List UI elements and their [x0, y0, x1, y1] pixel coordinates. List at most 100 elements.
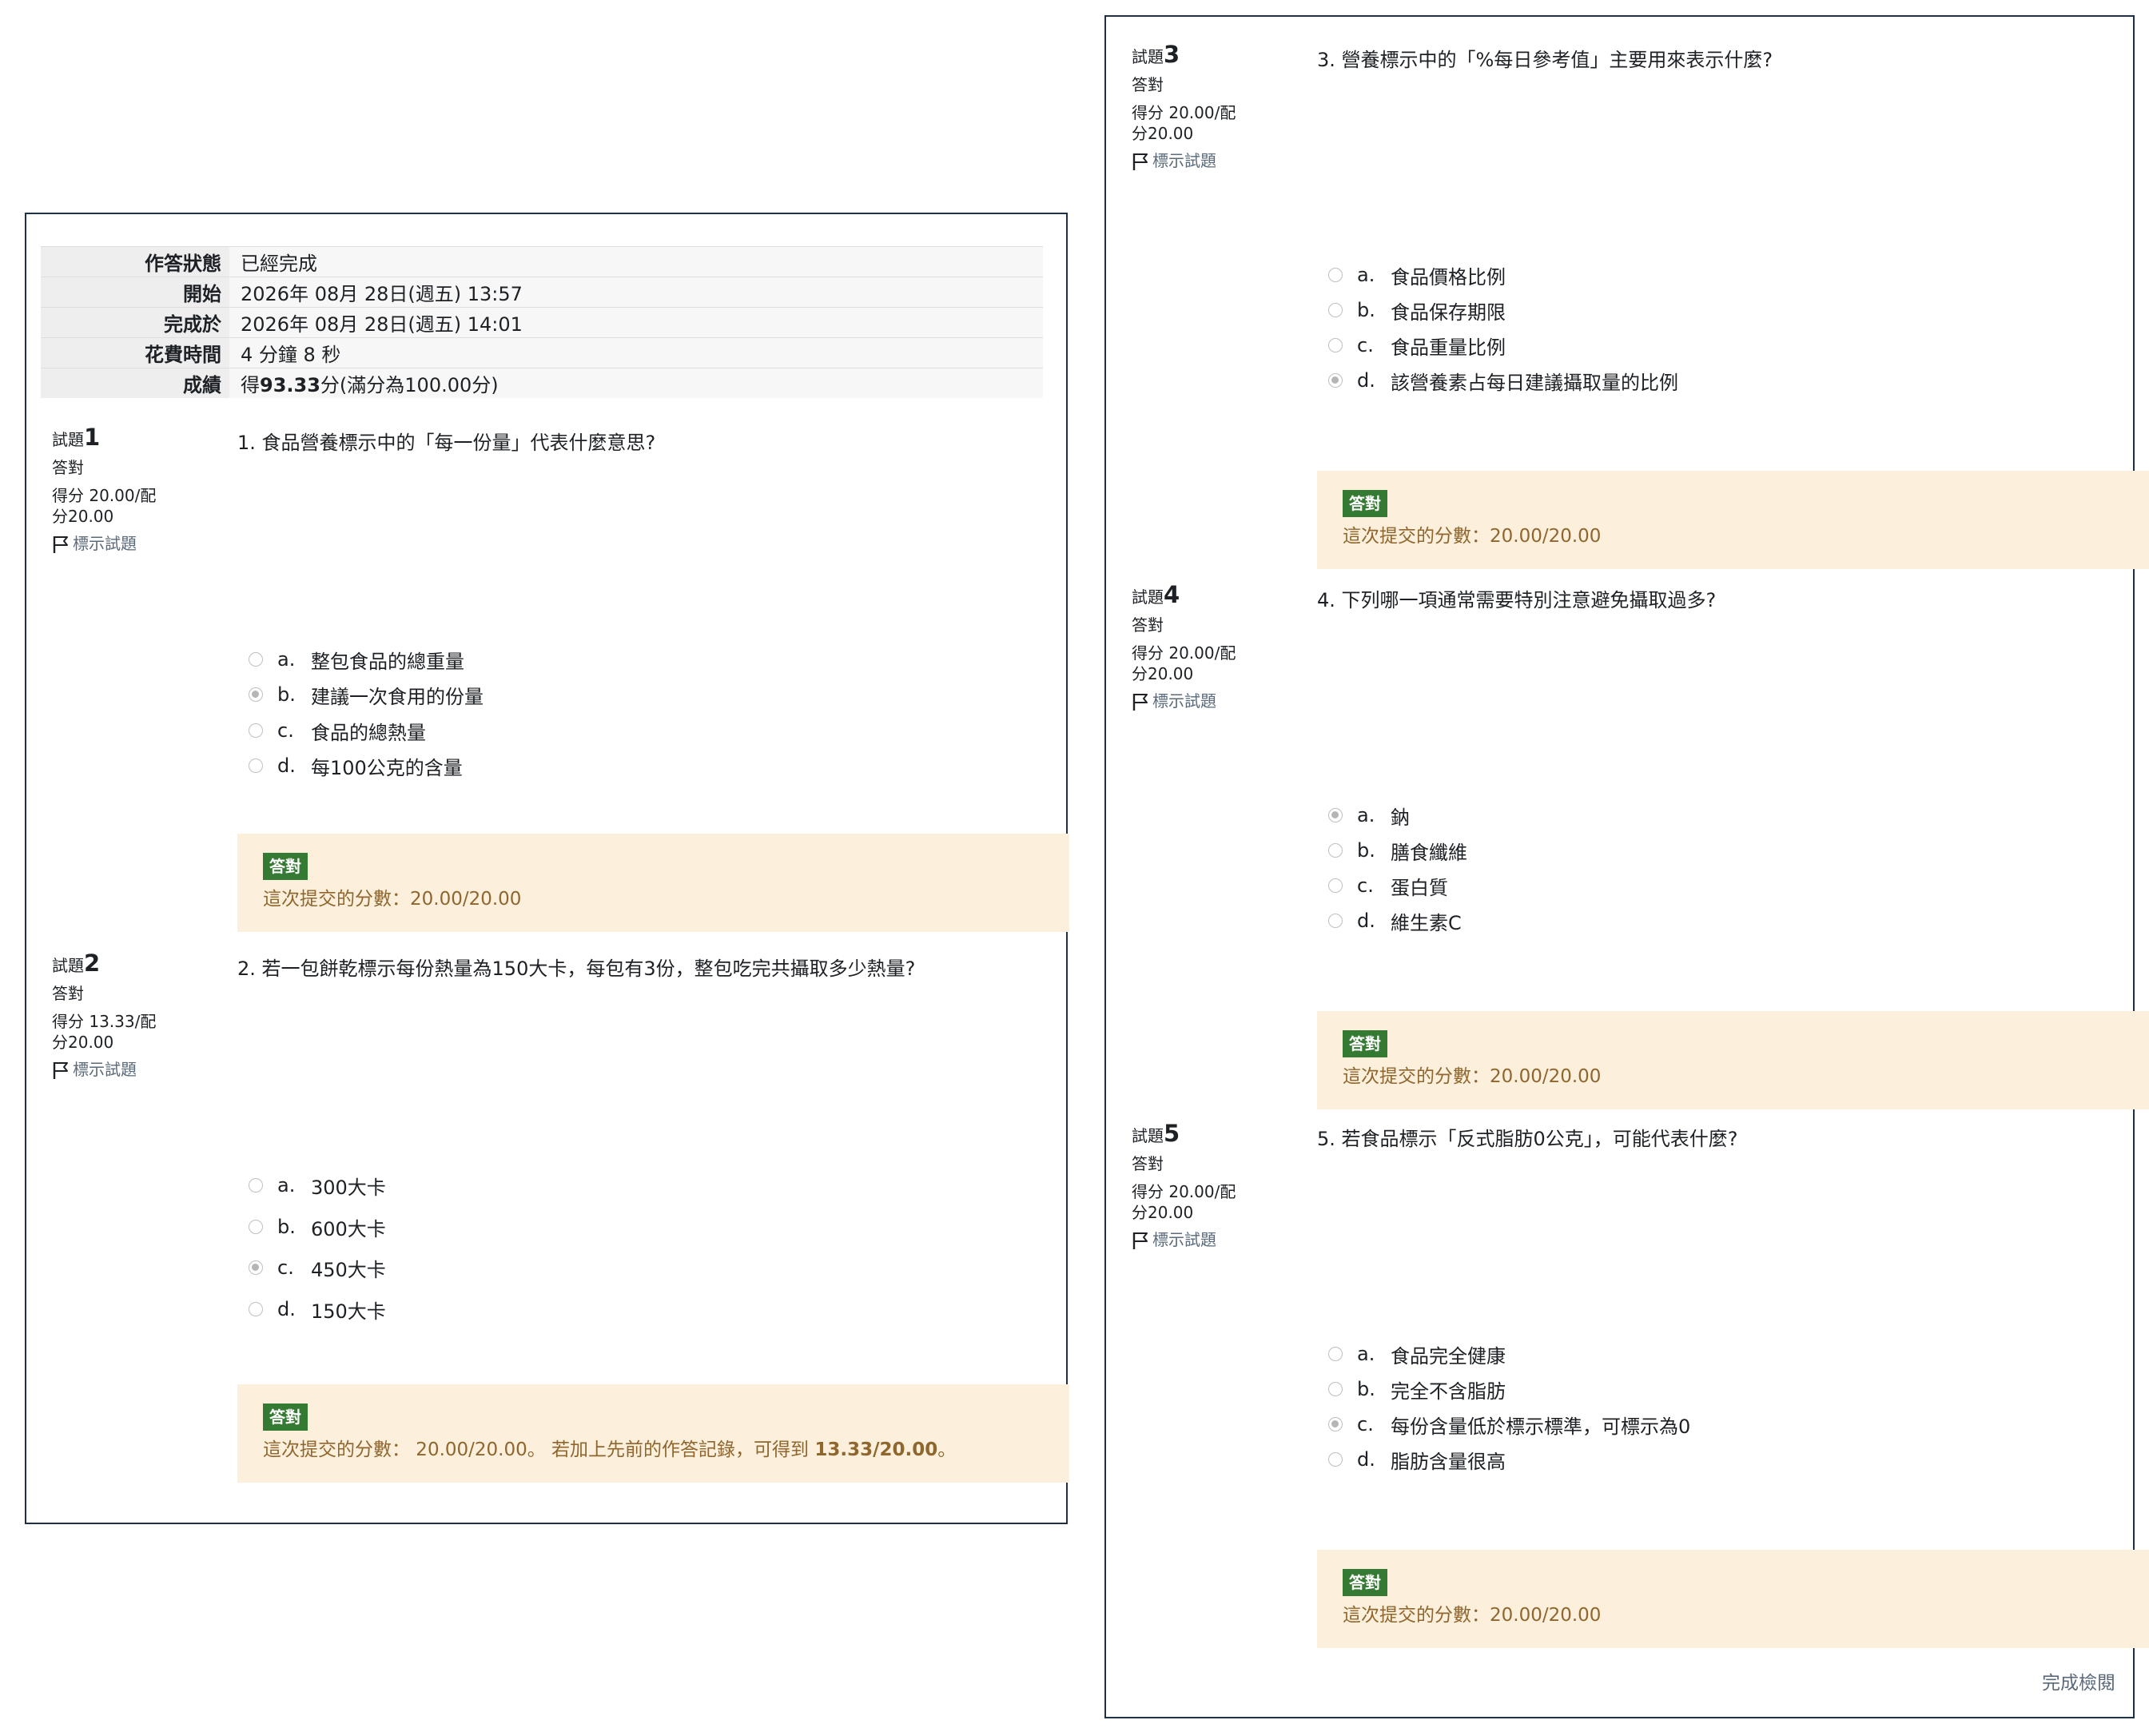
- question-state: 答對: [1132, 1154, 1164, 1173]
- feedback-box: 答對 這次提交的分數： 20.00/20.00。 若加上先前的作答記錄，可得到 …: [237, 1384, 1069, 1483]
- answer-option-d[interactable]: d. 該營養素占每日建議攝取量的比例: [1328, 368, 1678, 394]
- answer-option-d[interactable]: d. 150大卡: [249, 1297, 386, 1323]
- summary-label: 花費時間: [41, 337, 229, 368]
- radio-button[interactable]: [249, 1302, 263, 1316]
- question-text: 1. 食品營養標示中的「每一份量」代表什麼意思?: [237, 432, 656, 454]
- radio-button-checked[interactable]: [1328, 373, 1343, 388]
- question-info: 試題5 答對 得分 20.00/配 分20.00 標示試題: [1132, 1120, 1291, 1251]
- summary-row-start: 開始 2026年 08月 28日(週五) 13:57: [41, 277, 1043, 308]
- question-number: 試題2: [52, 950, 101, 977]
- radio-button-checked[interactable]: [249, 687, 263, 702]
- feedback-text: 這次提交的分數：20.00/20.00: [1343, 1605, 1602, 1626]
- answer-option-b[interactable]: b. 食品保存期限: [1328, 298, 1506, 324]
- radio-button[interactable]: [1328, 303, 1343, 317]
- radio-button-checked[interactable]: [1328, 808, 1343, 822]
- answer-option-b[interactable]: b. 完全不含脂肪: [1328, 1377, 1506, 1403]
- question-state: 答對: [52, 458, 84, 477]
- feedback-box: 答對 這次提交的分數：20.00/20.00: [1317, 1011, 2149, 1109]
- radio-button[interactable]: [1328, 1347, 1343, 1361]
- question-grade: 得分 20.00/配 分20.00: [52, 486, 157, 526]
- answer-option-a[interactable]: a. 鈉: [1328, 803, 1410, 829]
- question-state: 答對: [52, 984, 84, 1003]
- flag-icon: [1132, 153, 1148, 170]
- answer-option-a[interactable]: a. 整包食品的總重量: [249, 647, 464, 673]
- question-info: 試題2 答對 得分 13.33/配 分20.00 標示試題: [52, 950, 212, 1081]
- radio-button-checked[interactable]: [249, 1260, 263, 1275]
- question-number: 試題3: [1132, 41, 1180, 68]
- flag-icon: [53, 1061, 68, 1079]
- flag-question-link[interactable]: 標示試題: [1132, 691, 1291, 712]
- question-grade: 得分 20.00/配 分20.00: [1132, 1182, 1236, 1222]
- radio-button[interactable]: [1328, 843, 1343, 858]
- question-info: 試題4 答對 得分 20.00/配 分20.00 標示試題: [1132, 581, 1291, 712]
- answer-option-d[interactable]: d. 維生素C: [1328, 909, 1462, 934]
- question-state: 答對: [1132, 75, 1164, 94]
- answer-option-d[interactable]: d. 每100公克的含量: [249, 754, 463, 779]
- question-text: 5. 若食品標示「反式脂肪0公克」，可能代表什麼?: [1317, 1128, 1738, 1150]
- finish-review-link[interactable]: 完成檢閱: [2042, 1667, 2115, 1694]
- feedback-box: 答對 這次提交的分數：20.00/20.00: [1317, 471, 2149, 569]
- flag-icon: [53, 536, 68, 553]
- answer-option-d[interactable]: d. 脂肪含量很高: [1328, 1447, 1506, 1473]
- grade-value: 93.33: [260, 374, 320, 396]
- summary-row-grade: 成績 得93.33分(滿分為100.00分): [41, 368, 1043, 398]
- radio-button[interactable]: [249, 652, 263, 667]
- question-text: 4. 下列哪一項通常需要特別注意避免攝取過多?: [1317, 589, 1717, 611]
- summary-row-completed: 完成於 2026年 08月 28日(週五) 14:01: [41, 307, 1043, 338]
- radio-button[interactable]: [249, 1220, 263, 1234]
- answer-option-c[interactable]: c. 食品重量比例: [1328, 333, 1506, 359]
- radio-button[interactable]: [249, 759, 263, 773]
- answer-option-c[interactable]: c. 450大卡: [249, 1256, 386, 1281]
- answer-option-c[interactable]: c. 每份含量低於標示標準，可標示為0: [1328, 1412, 1690, 1438]
- summary-value: 已經完成: [229, 246, 1043, 277]
- answer-option-c[interactable]: c. 食品的總熱量: [249, 719, 426, 744]
- question-number: 試題5: [1132, 1120, 1180, 1147]
- radio-button[interactable]: [1328, 1452, 1343, 1467]
- answer-option-b[interactable]: b. 膳食纖維: [1328, 838, 1467, 864]
- summary-label: 完成於: [41, 307, 229, 338]
- radio-button[interactable]: [1328, 338, 1343, 352]
- correct-badge: 答對: [1343, 1030, 1387, 1057]
- radio-button[interactable]: [1328, 914, 1343, 928]
- summary-value: 得93.33分(滿分為100.00分): [229, 368, 1043, 398]
- flag-question-link[interactable]: 標示試題: [1132, 150, 1291, 172]
- question-info: 試題3 答對 得分 20.00/配 分20.00 標示試題: [1132, 41, 1291, 172]
- attempt-summary-table: 作答狀態 已經完成 開始 2026年 08月 28日(週五) 13:57 完成於…: [41, 246, 1043, 398]
- flag-icon: [1132, 1232, 1148, 1249]
- feedback-box: 答對 這次提交的分數：20.00/20.00: [237, 834, 1069, 932]
- summary-value: 4 分鐘 8 秒: [229, 337, 1043, 368]
- flag-icon: [1132, 693, 1148, 711]
- question-state: 答對: [1132, 615, 1164, 635]
- answer-option-b[interactable]: b. 600大卡: [249, 1215, 386, 1240]
- radio-button[interactable]: [249, 1178, 263, 1193]
- answer-option-c[interactable]: c. 蛋白質: [1328, 874, 1448, 899]
- radio-button[interactable]: [249, 723, 263, 738]
- summary-row-state: 作答狀態 已經完成: [41, 246, 1043, 277]
- answer-option-a[interactable]: a. 食品價格比例: [1328, 263, 1506, 289]
- correct-badge: 答對: [263, 853, 308, 880]
- summary-label: 作答狀態: [41, 246, 229, 277]
- feedback-text: 這次提交的分數：20.00/20.00: [263, 889, 522, 910]
- radio-button[interactable]: [1328, 878, 1343, 893]
- flag-question-link[interactable]: 標示試題: [52, 533, 212, 555]
- summary-value: 2026年 08月 28日(週五) 14:01: [229, 307, 1043, 338]
- grade-prefix: 得: [241, 374, 260, 396]
- quiz-review-panel-left: 作答狀態 已經完成 開始 2026年 08月 28日(週五) 13:57 完成於…: [25, 213, 1069, 1524]
- question-number: 試題4: [1132, 581, 1180, 608]
- summary-value: 2026年 08月 28日(週五) 13:57: [229, 277, 1043, 308]
- question-info: 試題1 答對 得分 20.00/配 分20.00 標示試題: [52, 426, 212, 555]
- feedback-text: 這次提交的分數：20.00/20.00: [1343, 526, 1602, 547]
- feedback-text: 這次提交的分數：20.00/20.00: [1343, 1066, 1602, 1087]
- question-grade: 得分 13.33/配 分20.00: [52, 1012, 157, 1052]
- question-text: 3. 營養標示中的「%每日參考值」主要用來表示什麼?: [1317, 49, 1773, 71]
- flag-question-link[interactable]: 標示試題: [52, 1059, 212, 1081]
- answer-option-a[interactable]: a. 食品完全健康: [1328, 1342, 1506, 1368]
- quiz-review-panel-right: 試題3 答對 得分 20.00/配 分20.00 標示試題 3. 營養標示中的「%…: [1104, 15, 2149, 1718]
- flag-question-link[interactable]: 標示試題: [1132, 1229, 1291, 1251]
- summary-label: 成績: [41, 368, 229, 398]
- radio-button[interactable]: [1328, 268, 1343, 282]
- answer-option-a[interactable]: a. 300大卡: [249, 1173, 386, 1199]
- radio-button[interactable]: [1328, 1382, 1343, 1396]
- answer-option-b[interactable]: b. 建議一次食用的份量: [249, 683, 484, 708]
- radio-button-checked[interactable]: [1328, 1417, 1343, 1431]
